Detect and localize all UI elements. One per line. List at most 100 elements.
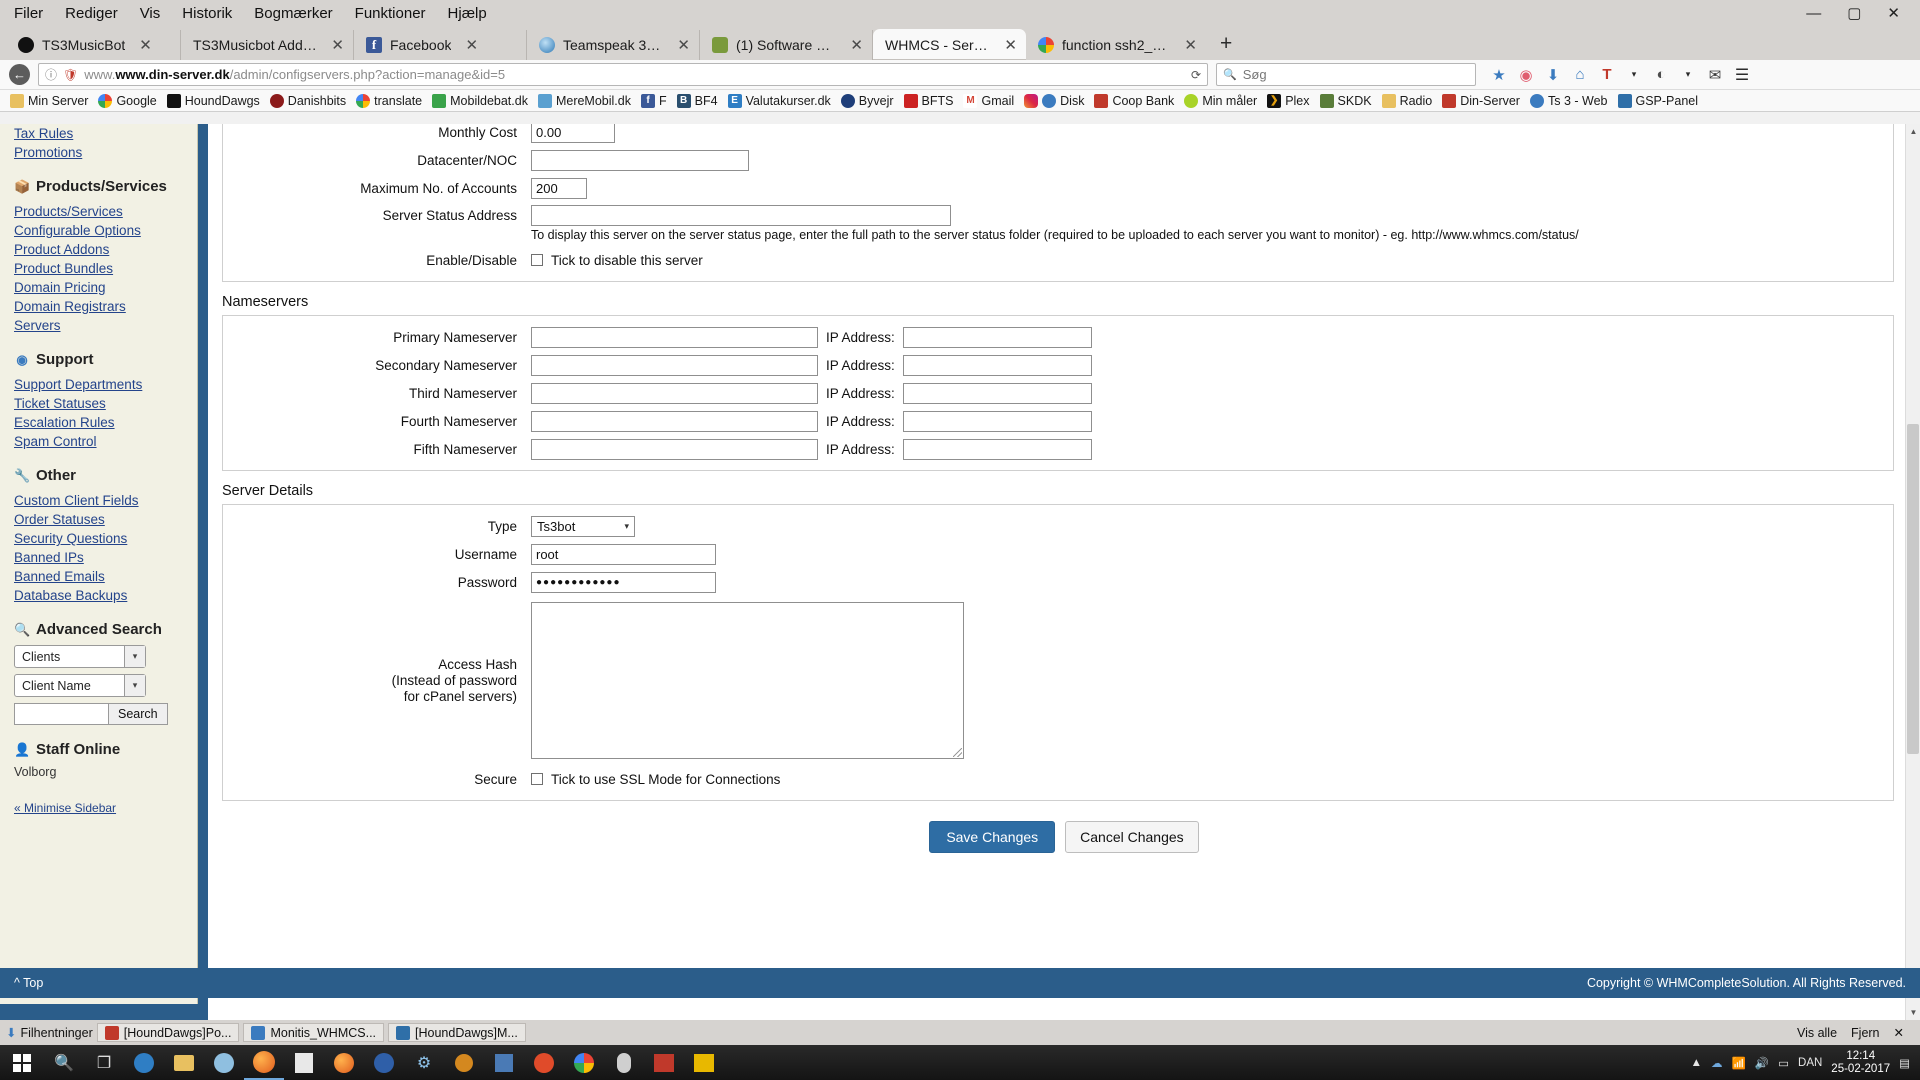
maximize-button[interactable]: ▢	[1847, 6, 1861, 21]
tab-close-icon[interactable]: ✕	[465, 36, 478, 54]
notepad-icon[interactable]	[284, 1045, 324, 1080]
bookmark-item[interactable]: MereMobil.dk	[534, 93, 635, 109]
player-icon[interactable]	[684, 1045, 724, 1080]
sidebar-item-servers[interactable]: Servers	[14, 316, 197, 335]
save-changes-button[interactable]: Save Changes	[929, 821, 1056, 853]
minimize-button[interactable]: —	[1806, 6, 1821, 21]
back-to-top-link[interactable]: ^ Top	[14, 976, 43, 990]
media-icon[interactable]	[444, 1045, 484, 1080]
bookmark-item[interactable]: Disk	[1020, 93, 1088, 109]
calculator-icon[interactable]	[484, 1045, 524, 1080]
bookmark-item[interactable]: SKDK	[1316, 93, 1376, 109]
bookmark-item[interactable]: B BF4	[673, 93, 722, 109]
tab-software-package-updates[interactable]: (1) Software Package Upd... ✕	[700, 30, 873, 60]
bookmark-item[interactable]: translate	[352, 93, 426, 109]
server-status-address-input[interactable]	[531, 205, 951, 226]
secondary-ip-input[interactable]	[902, 354, 1092, 376]
bookmark-item[interactable]: Byvejr	[837, 93, 898, 109]
volume-icon[interactable]: 🔊	[1755, 1056, 1769, 1070]
tab-close-icon[interactable]: ✕	[677, 36, 690, 54]
edge-icon[interactable]	[124, 1045, 164, 1080]
battery-icon[interactable]: ▭	[1778, 1056, 1789, 1070]
sidebar-item-banned-ips[interactable]: Banned IPs	[14, 548, 197, 567]
tab-close-icon[interactable]: ✕	[1184, 36, 1197, 54]
menu-item-vis[interactable]: Vis	[140, 5, 161, 22]
chrome-icon[interactable]	[564, 1045, 604, 1080]
mail-icon[interactable]: ✉	[1704, 64, 1726, 86]
tab-function-ssh2-connect[interactable]: function ssh2_connect do... ✕	[1026, 30, 1206, 60]
advanced-search-type-select[interactable]: Clients ▾	[14, 645, 146, 668]
bookmark-item[interactable]: BFTS	[900, 93, 958, 109]
fifth-ip-input[interactable]	[902, 438, 1092, 460]
bookmark-item[interactable]: Din-Server	[1438, 93, 1524, 109]
mask-icon[interactable]: ◐	[1650, 64, 1672, 86]
advanced-search-button[interactable]: Search	[109, 703, 168, 725]
bookmark-item[interactable]: Min Server	[6, 93, 92, 109]
settings-icon[interactable]: ⚙	[404, 1045, 444, 1080]
sidebar-item-products-services[interactable]: Products/Services	[14, 202, 197, 221]
windows-start-icon[interactable]	[0, 1045, 44, 1080]
tab-close-icon[interactable]: ✕	[850, 36, 863, 54]
close-downloads-bar-icon[interactable]: ✕	[1894, 1025, 1904, 1040]
resize-handle-icon[interactable]	[953, 748, 962, 757]
download-item[interactable]: [HoundDawgs]Po...	[96, 1023, 240, 1042]
minimise-sidebar-link[interactable]: « Minimise Sidebar	[14, 801, 116, 815]
sidebar-item-security-questions[interactable]: Security Questions	[14, 529, 197, 548]
advanced-search-field-select[interactable]: Client Name ▾	[14, 674, 146, 697]
bookmark-item[interactable]: E Valutakurser.dk	[724, 93, 835, 109]
menu-item-historik[interactable]: Historik	[182, 5, 232, 22]
maximum-accounts-input[interactable]: 200	[531, 177, 587, 199]
bookmark-item[interactable]: Google	[94, 93, 160, 109]
disable-server-checkbox[interactable]	[531, 254, 543, 266]
bookmark-item[interactable]: Coop Bank	[1090, 93, 1178, 109]
bookmark-star-icon[interactable]: ★	[1488, 64, 1510, 86]
sidebar-item-promotions[interactable]: Promotions	[14, 143, 197, 162]
scroll-down-arrow-icon[interactable]: ▼	[1906, 1005, 1920, 1020]
bookmark-item[interactable]: Danishbits	[266, 93, 350, 109]
tab-whmcs-servers[interactable]: WHMCS - Servers ✕	[873, 29, 1026, 60]
datacenter-noc-input[interactable]	[531, 149, 749, 171]
sidebar-item-tax-rules[interactable]: Tax Rules	[14, 124, 197, 143]
site-info-icon[interactable]: ⓘ	[45, 66, 57, 83]
new-tab-button[interactable]: +	[1206, 32, 1246, 56]
reload-icon[interactable]: ⟳	[1191, 68, 1201, 82]
primary-ip-input[interactable]	[902, 326, 1092, 348]
tray-language[interactable]: DAN	[1798, 1057, 1822, 1069]
fourth-nameserver-input[interactable]	[531, 410, 818, 432]
bookmark-item[interactable]: Radio	[1378, 93, 1437, 109]
menu-item-rediger[interactable]: Rediger	[65, 5, 118, 22]
pocket-icon[interactable]: ◉	[1515, 64, 1537, 86]
fourth-ip-input[interactable]	[902, 410, 1092, 432]
secondary-nameserver-input[interactable]	[531, 354, 818, 376]
ts3bot-icon[interactable]	[524, 1045, 564, 1080]
hamburger-menu-icon[interactable]: ☰	[1731, 64, 1753, 86]
type-select[interactable]: Ts3bot ▾	[531, 515, 635, 537]
cancel-changes-button[interactable]: Cancel Changes	[1065, 821, 1199, 853]
chevron-down-icon[interactable]: ▾	[1623, 64, 1645, 86]
username-input[interactable]: root	[531, 543, 716, 565]
primary-nameserver-input[interactable]	[531, 326, 818, 348]
scroll-up-arrow-icon[interactable]: ▲	[1906, 124, 1920, 139]
onedrive-icon[interactable]: ☁	[1711, 1056, 1723, 1070]
tab-close-icon[interactable]: ✕	[331, 36, 344, 54]
sidebar-item-domain-registrars[interactable]: Domain Registrars	[14, 297, 197, 316]
tab-facebook[interactable]: f Facebook ✕	[354, 30, 527, 60]
search-icon[interactable]: 🔍	[44, 1045, 84, 1080]
back-arrow-icon[interactable]: ←	[9, 64, 30, 85]
tab-teamspeak[interactable]: Teamspeak 3 - Webinterfa... ✕	[527, 30, 700, 60]
download-item[interactable]: Monitis_WHMCS...	[243, 1023, 385, 1042]
folder-icon[interactable]	[164, 1045, 204, 1080]
teamspeak-icon[interactable]	[204, 1045, 244, 1080]
address-bar[interactable]: ⓘ 🛡 www.www.din-server.dk/admin/configse…	[38, 63, 1208, 86]
browser2-icon[interactable]	[324, 1045, 364, 1080]
sidebar-item-banned-emails[interactable]: Banned Emails	[14, 567, 197, 586]
tracking-protection-icon[interactable]: 🛡	[63, 68, 78, 82]
firefox-icon[interactable]	[244, 1045, 284, 1080]
access-hash-textarea[interactable]	[531, 602, 964, 759]
action-center-icon[interactable]: ▤	[1899, 1056, 1910, 1070]
mouse-icon[interactable]	[604, 1045, 644, 1080]
task-view-icon[interactable]: ❐	[84, 1045, 124, 1080]
download-item[interactable]: [HoundDawgs]M...	[388, 1023, 526, 1042]
monthly-cost-input[interactable]: 0.00	[531, 124, 615, 143]
sidebar-item-product-addons[interactable]: Product Addons	[14, 240, 197, 259]
